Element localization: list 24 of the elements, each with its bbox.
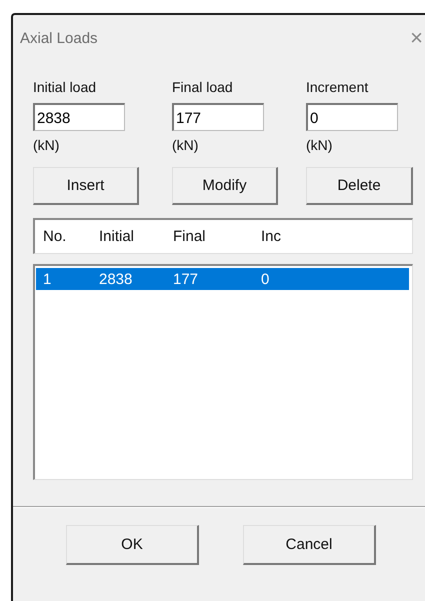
list-cell-text: 177: [173, 270, 200, 288]
window-title: Axial Loads: [20, 30, 98, 46]
input-field[interactable]: 177: [172, 103, 264, 131]
field-label: Increment: [306, 79, 368, 97]
column-header: Initial: [99, 228, 136, 245]
list-row[interactable]: 1 2838 177 0: [36, 268, 409, 290]
input-field[interactable]: 2838: [33, 103, 125, 131]
list-cell-text: 2838: [99, 270, 134, 288]
cancel-button[interactable]: Cancel: [243, 525, 376, 565]
column-header: Final: [173, 228, 207, 245]
list-cell-text: 0: [261, 270, 270, 288]
action-button[interactable]: Delete: [306, 167, 413, 205]
unit-label: (kN): [306, 137, 332, 155]
action-button[interactable]: Modify: [172, 167, 278, 205]
unit-label: (kN): [33, 137, 60, 155]
column-header: Inc: [261, 228, 282, 245]
field-label: Final load: [172, 79, 233, 97]
input-field[interactable]: 0: [306, 103, 398, 131]
field-label: Initial load: [33, 79, 96, 97]
ok-button[interactable]: OK: [66, 525, 199, 565]
action-button[interactable]: Insert: [33, 167, 139, 205]
list-cell-text: 1: [43, 270, 52, 288]
column-header: No.: [43, 228, 68, 245]
unit-label: (kN): [172, 137, 198, 155]
